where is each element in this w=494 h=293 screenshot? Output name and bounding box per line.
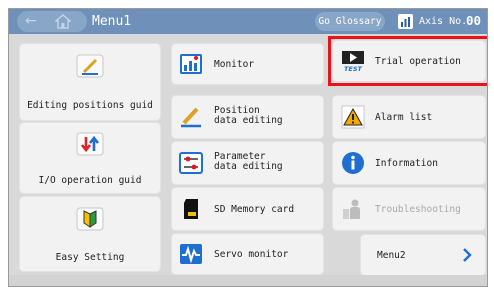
io-operation-guide-button[interactable]: I/O operation guid (20, 123, 160, 193)
information-label: Information (375, 158, 438, 169)
position-data-editing-line2: data editing (214, 115, 283, 126)
test-badge-text: TEST (344, 65, 363, 73)
beginner-mark-icon (76, 207, 104, 231)
pencil-icon (181, 107, 201, 128)
chevron-right-icon (463, 248, 472, 262)
information-button[interactable]: Information (333, 142, 485, 184)
axis-number-label: Axis No. (419, 16, 468, 27)
servo-monitor-label: Servo monitor (214, 249, 289, 260)
go-glossary-button[interactable]: Go Glossary (315, 12, 385, 31)
editing-positions-guide-label: Editing positions guid (27, 100, 153, 111)
bottom-strip (9, 275, 487, 286)
servo-monitor-button[interactable]: Servo monitor (172, 234, 323, 274)
header-bar: ← Menu1 Go Glossary Axis No. 00 (9, 9, 487, 34)
troubleshooting-icon (343, 199, 360, 219)
app-window: ← Menu1 Go Glossary Axis No. 00 Editing … (8, 8, 488, 287)
waveform-icon (180, 244, 202, 264)
menu2-button[interactable]: Menu2 (361, 235, 485, 275)
troubleshooting-label: Troubleshooting (375, 204, 461, 215)
parameter-data-editing-button[interactable]: Parameter data editing (172, 142, 323, 184)
monitor-chart-icon (180, 54, 202, 74)
axis-number-value[interactable]: 00 (466, 12, 481, 30)
troubleshooting-button[interactable]: Troubleshooting (333, 188, 485, 230)
page-title: Menu1 (92, 14, 132, 29)
sd-memory-card-button[interactable]: SD Memory card (172, 188, 323, 230)
home-icon[interactable] (55, 14, 71, 29)
trial-operation-button[interactable]: TEST Trial operation (333, 41, 485, 81)
menu2-label: Menu2 (377, 250, 406, 261)
back-arrow-icon[interactable]: ← (25, 14, 37, 28)
io-arrows-icon (76, 132, 104, 156)
warning-icon (341, 105, 365, 129)
alarm-list-label: Alarm list (375, 112, 433, 123)
sd-memory-card-label: SD Memory card (214, 204, 295, 215)
io-operation-guide-label: I/O operation guid (38, 175, 142, 186)
parameter-sliders-icon (179, 152, 203, 174)
trial-operation-label: Trial operation (375, 56, 461, 67)
axis-chart-icon (398, 14, 413, 29)
editing-positions-guide-button[interactable]: Editing positions guid (20, 44, 160, 120)
easy-setting-button[interactable]: Easy Setting (20, 197, 160, 271)
test-play-icon: TEST (342, 51, 364, 73)
nav-back-home-group[interactable]: ← (17, 11, 87, 32)
monitor-button[interactable]: Monitor (172, 44, 323, 84)
pencil-icon (76, 54, 104, 78)
sd-card-icon (184, 199, 198, 219)
monitor-label: Monitor (214, 59, 255, 70)
parameter-data-editing-line2: data editing (214, 161, 283, 172)
position-data-editing-button[interactable]: Position data editing (172, 96, 323, 138)
alarm-list-button[interactable]: Alarm list (333, 96, 485, 138)
info-icon (342, 152, 364, 174)
easy-setting-label: Easy Setting (55, 252, 125, 263)
